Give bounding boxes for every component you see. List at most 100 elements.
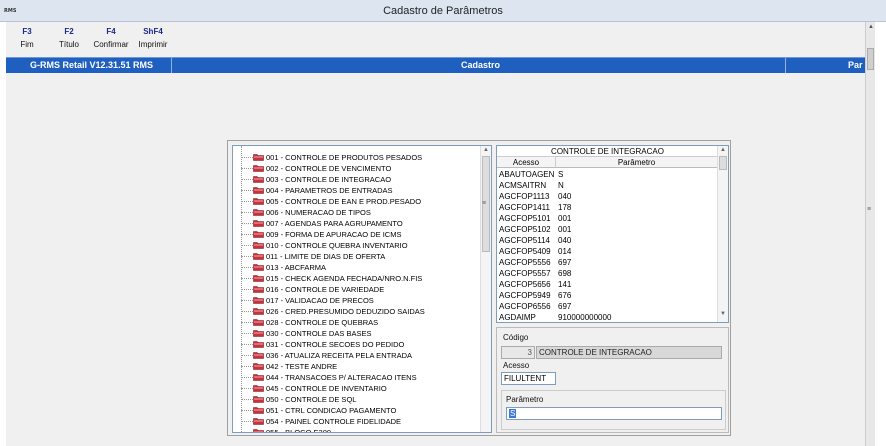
parametro-cell: 697 <box>558 258 572 267</box>
folder-icon <box>253 407 264 414</box>
tree-connector <box>241 234 253 235</box>
tree-item-label: 030 - CONTROLE DAS BASES <box>266 329 372 338</box>
grid-row[interactable]: AGCFOP1113 040 <box>497 191 718 202</box>
tree-scroll-up-icon[interactable]: ▲ <box>483 147 489 153</box>
tree-item-label: 050 - CONTROLE DE SQL <box>266 395 357 404</box>
acesso-cell: AGCFOP5114 <box>499 236 550 245</box>
tree-connector <box>241 179 253 180</box>
tree-connector <box>241 190 253 191</box>
title-bar: RMS Cadastro de Parâmetros <box>0 0 886 22</box>
grid-row[interactable]: AGCFOP6556 697 <box>497 301 718 312</box>
grid-scroll-up-icon[interactable]: ▲ <box>720 147 726 153</box>
imprimir-button[interactable]: ShF4 Imprimir <box>128 27 178 49</box>
tree-item-label: 006 - NUMERACAO DE TIPOS <box>266 208 371 217</box>
folder-icon <box>253 418 264 425</box>
tree-scrollbar[interactable]: ▲ ≡ <box>480 146 491 432</box>
tree-connector <box>241 168 253 169</box>
scroll-up-icon[interactable]: ▲ <box>868 24 874 30</box>
grid-row[interactable]: AGCFOP5102 001 <box>497 224 718 235</box>
parametro-cell: 014 <box>558 247 572 256</box>
tree-item-label: 011 - LIMITE DE DIAS DE OFERTA <box>266 252 386 261</box>
tree-item-label: 003 - CONTROLE DE INTEGRACAO <box>266 175 392 184</box>
grid-row[interactable]: ACMSAITRN N <box>497 180 718 191</box>
codigo-description: CONTROLE DE INTEGRACAO <box>536 346 722 359</box>
folder-icon <box>253 429 264 432</box>
grid-row[interactable]: AGDAIMP 910000000000 <box>497 312 718 322</box>
tree-item-label: 028 - CONTROLE DE QUEBRAS <box>266 318 379 327</box>
grid-row[interactable]: ABAUTOAGEN S <box>497 169 718 180</box>
window-scrollbar[interactable]: ▲ ≡ <box>865 22 875 446</box>
grid-row[interactable]: AGCFOP5101 001 <box>497 213 718 224</box>
folder-icon <box>253 363 264 370</box>
parametro-field[interactable]: S <box>506 407 722 420</box>
tree-connector <box>241 278 253 279</box>
tree-item-label: 007 - AGENDAS PARA AGRUPAMENTO <box>266 219 403 228</box>
grid-scroll-thumb[interactable] <box>719 156 727 170</box>
scrollbar-thumb[interactable] <box>867 48 874 70</box>
tree-item-label: 055 - BLOCO E300 <box>266 428 332 433</box>
parametros-panel: ▲ ≡ 001 - CONTROLE DE PRODUTOS PESADOS 00… <box>227 140 731 436</box>
tree-connector <box>241 157 253 158</box>
folder-icon <box>253 374 264 381</box>
tree-connector <box>241 377 253 378</box>
tree-connector <box>241 256 253 257</box>
parametro-cell: 040 <box>558 236 572 245</box>
folder-icon <box>253 286 264 293</box>
tree-item-label: 004 - PARAMETROS DE ENTRADAS <box>266 186 393 195</box>
tree-item-label: 002 - CONTROLE DE VENCIMENTO <box>266 164 392 173</box>
grid-row[interactable]: AGCFOP5557 698 <box>497 268 718 279</box>
folder-icon <box>253 242 264 249</box>
tree-connector <box>241 212 253 213</box>
tree-item-label: 051 - CTRL CONDICAO PAGAMENTO <box>266 406 397 415</box>
tree-item-label: 017 - VALIDACAO DE PRECOS <box>266 296 374 305</box>
grid-row[interactable]: AGCFOP5409 014 <box>497 246 718 257</box>
tree-connector <box>241 366 253 367</box>
grid-title: CONTROLE DE INTEGRACAO <box>497 146 718 157</box>
grid-row[interactable]: AGCFOP5556 697 <box>497 257 718 268</box>
grid-row[interactable]: AGCFOP5949 676 <box>497 290 718 301</box>
parametros-grid: CONTROLE DE INTEGRACAO Acesso Parâmetro … <box>496 145 729 323</box>
parametro-cell: 141 <box>558 280 572 289</box>
codigo-label: Código <box>503 333 529 342</box>
grid-row[interactable]: AGCFOP5114 040 <box>497 235 718 246</box>
folder-icon <box>253 198 264 205</box>
folder-icon <box>253 220 264 227</box>
tree-item-label: 045 - CONTROLE DE INVENTARIO <box>266 384 387 393</box>
folder-icon <box>253 209 264 216</box>
folder-icon <box>253 165 264 172</box>
edit-form: Código 3 CONTROLE DE INTEGRACAO Acesso F… <box>496 327 729 433</box>
tree-connector <box>241 410 253 411</box>
grid-scrollbar[interactable]: ▲ ▼ <box>717 146 728 322</box>
grid-row[interactable]: AGCFOP1411 178 <box>497 202 718 213</box>
tree-connector <box>241 289 253 290</box>
folder-icon <box>253 264 264 271</box>
acesso-cell: AGCFOP6556 <box>499 302 551 311</box>
grid-scroll-down-icon[interactable]: ▼ <box>720 311 726 317</box>
folder-icon <box>253 385 264 392</box>
category-tree[interactable]: ▲ ≡ 001 - CONTROLE DE PRODUTOS PESADOS 00… <box>232 145 492 433</box>
tree-item-label: 016 - CONTROLE DE VARIEDADE <box>266 285 385 294</box>
codigo-field: 3 <box>501 346 535 359</box>
parametro-cell: 001 <box>558 214 572 223</box>
col-parametro-header[interactable]: Parâmetro <box>556 157 718 168</box>
tree-connector <box>241 267 253 268</box>
acesso-cell: AGCFOP5102 <box>499 225 551 234</box>
tree-item-label: 031 - CONTROLE SECOES DO PEDIDO <box>266 340 405 349</box>
parametro-cell: 697 <box>558 302 572 311</box>
folder-icon <box>253 297 264 304</box>
acesso-cell: AGCFOP1411 <box>499 203 550 212</box>
acesso-field[interactable]: FILULTENT <box>501 372 556 385</box>
acesso-cell: AGCFOP1113 <box>499 192 550 201</box>
tree-connector <box>241 388 253 389</box>
tree-connector <box>241 322 253 323</box>
tree-connector <box>241 333 253 334</box>
col-acesso-header[interactable]: Acesso <box>497 157 556 168</box>
parametro-value: S <box>509 409 517 418</box>
grid-row[interactable]: AGCFOP5656 141 <box>497 279 718 290</box>
header-separator <box>785 58 786 73</box>
tree-item-label: 044 - TRANSACOES P/ ALTERACAO ITENS <box>266 373 417 382</box>
tree-connector <box>241 399 253 400</box>
folder-icon <box>253 253 264 260</box>
parametro-cell: 676 <box>558 291 572 300</box>
acesso-cell: AGCFOP5409 <box>499 247 551 256</box>
